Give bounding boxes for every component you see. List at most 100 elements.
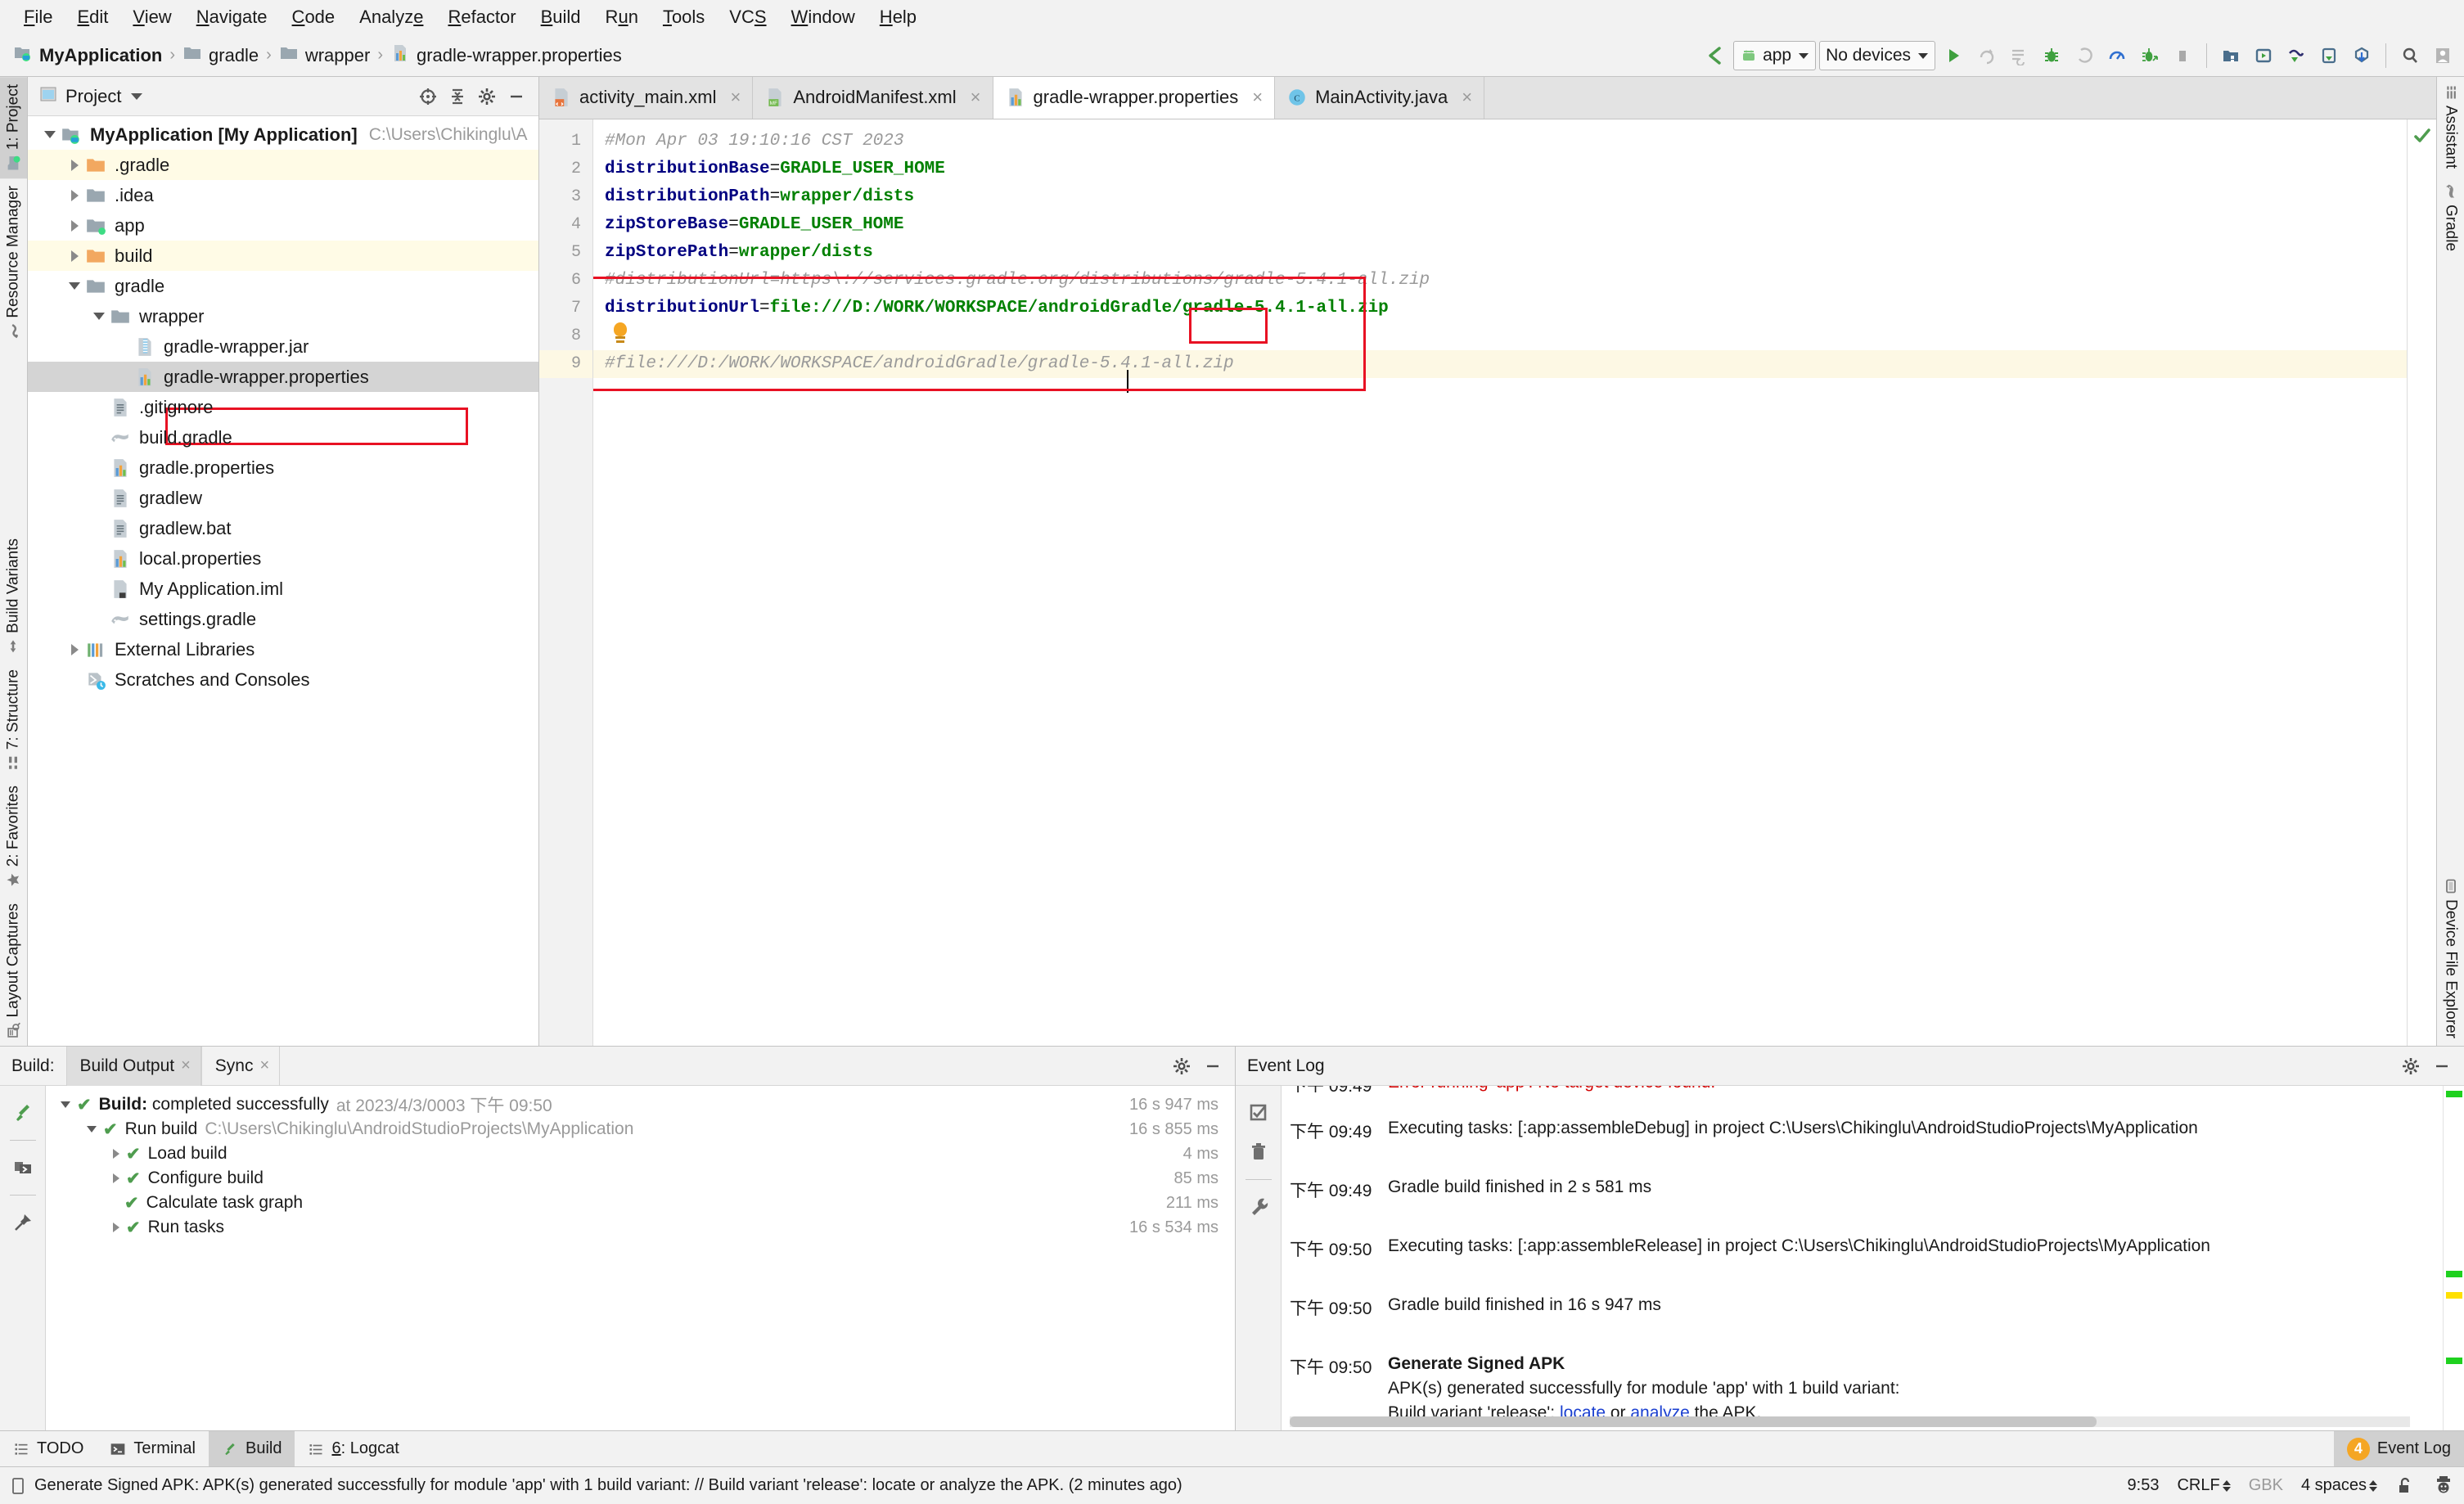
- toggle-console-icon[interactable]: [6, 1151, 40, 1185]
- run-configuration-selector[interactable]: app: [1733, 41, 1817, 70]
- event-log-entry[interactable]: 下午 09:50 Gradle build finished in 16 s 94…: [1282, 1290, 2443, 1325]
- event-log-entries[interactable]: 下午 09:49Error running 'app': No target d…: [1282, 1086, 2443, 1430]
- tool-window-tab-gradle[interactable]: Gradle: [2437, 176, 2464, 259]
- attach-debugger-icon[interactable]: [2135, 39, 2164, 72]
- rerun-icon[interactable]: [1971, 39, 2001, 72]
- close-icon[interactable]: ×: [259, 1056, 269, 1075]
- rerun-debug-icon[interactable]: [2070, 39, 2099, 72]
- tree-node[interactable]: build.gradle: [28, 422, 538, 453]
- line-separator-selector[interactable]: CRLF: [2177, 1476, 2231, 1495]
- chevron-right-icon[interactable]: [113, 1223, 119, 1232]
- profile-user-icon[interactable]: [2428, 39, 2457, 72]
- close-icon[interactable]: ×: [727, 87, 744, 108]
- event-log-entry[interactable]: 下午 09:49Error running 'app': No target d…: [1282, 1086, 2443, 1092]
- tree-node[interactable]: MyApplication [My Application] C:\Users\C…: [28, 119, 538, 150]
- tool-window-tab-layout-captures[interactable]: Layout Captures: [0, 896, 27, 1046]
- chevron-right-icon[interactable]: [113, 1149, 119, 1159]
- line-number[interactable]: 2: [539, 155, 592, 183]
- settings-wrench-icon[interactable]: [1241, 1190, 1276, 1224]
- build-output-row[interactable]: ✔ Run build C:\Users\Chikinglu\AndroidStud…: [46, 1117, 1235, 1142]
- avd-manager-icon[interactable]: [2249, 39, 2278, 72]
- event-log-hscrollbar[interactable]: [1290, 1416, 2410, 1427]
- chevron-right-icon[interactable]: [113, 1173, 119, 1183]
- status-message[interactable]: Generate Signed APK: APK(s) generated su…: [34, 1476, 1182, 1495]
- tree-node[interactable]: local.properties: [28, 543, 538, 574]
- layout-inspector-icon[interactable]: [2314, 39, 2344, 72]
- stop-icon[interactable]: [2168, 39, 2197, 72]
- code-line[interactable]: distributionBase=GRADLE_USER_HOME: [593, 155, 2407, 183]
- menu-item-run[interactable]: Run: [593, 0, 651, 34]
- editor-tab[interactable]: C MainActivity.java ×: [1275, 77, 1485, 119]
- chevron-down-icon[interactable]: [61, 1101, 70, 1108]
- tree-twisty[interactable]: [64, 250, 85, 262]
- tree-twisty[interactable]: [64, 643, 85, 655]
- build-output-row[interactable]: ✔ Load build 4 ms: [46, 1142, 1235, 1166]
- build-tab[interactable]: Sync ×: [200, 1046, 281, 1086]
- apply-changes-icon[interactable]: [2004, 39, 2034, 72]
- tree-node-selected[interactable]: gradle-wrapper.properties: [28, 362, 538, 392]
- tool-window-tab-1-project[interactable]: 1: Project: [0, 77, 27, 179]
- code-line[interactable]: #file:///D:/WORK/WORKSPACE/androidGradle…: [593, 350, 2407, 378]
- line-number[interactable]: 5: [539, 239, 592, 267]
- tree-node[interactable]: gradlew.bat: [28, 513, 538, 543]
- menu-item-edit[interactable]: Edit: [65, 0, 120, 34]
- tree-node[interactable]: .gradle: [28, 150, 538, 180]
- editor-tab[interactable]: MF AndroidManifest.xml ×: [753, 77, 993, 119]
- breadcrumb-item[interactable]: MyApplication: [13, 43, 162, 68]
- build-hammer-icon[interactable]: [6, 1096, 40, 1130]
- hector-icon[interactable]: [2433, 1475, 2454, 1497]
- tree-node[interactable]: wrapper: [28, 301, 538, 331]
- intention-bulb-icon[interactable]: [611, 322, 629, 347]
- tree-node[interactable]: gradle: [28, 271, 538, 301]
- tool-window-tab-7-structure[interactable]: 7: Structure: [0, 662, 27, 778]
- build-output-tree[interactable]: ✔ Build: completed successfully at 2023/4/…: [46, 1086, 1235, 1430]
- code-line[interactable]: #Mon Apr 03 19:10:16 CST 2023: [593, 128, 2407, 155]
- file-encoding[interactable]: GBK: [2249, 1476, 2283, 1495]
- tree-twisty[interactable]: [64, 159, 85, 171]
- tree-node[interactable]: gradlew: [28, 483, 538, 513]
- menu-item-tools[interactable]: Tools: [651, 0, 717, 34]
- minimize-icon[interactable]: [1199, 1052, 1227, 1080]
- inspection-marker-rail[interactable]: [2407, 119, 2436, 1046]
- tool-tab-6-logcat[interactable]: 6: Logcat: [295, 1431, 412, 1467]
- sync-gradle-icon[interactable]: [2282, 39, 2311, 72]
- line-number[interactable]: 9: [539, 350, 592, 378]
- tool-window-tab-build-variants[interactable]: Build Variants: [0, 531, 27, 662]
- menu-item-analyze[interactable]: Analyze: [347, 0, 435, 34]
- code-line[interactable]: #distributionUrl=https\://services.gradl…: [593, 267, 2407, 295]
- build-output-row[interactable]: ✔ Configure build 85 ms: [46, 1166, 1235, 1191]
- sdk-manager-icon[interactable]: [2216, 39, 2246, 72]
- tool-tab-todo[interactable]: TODO: [0, 1431, 97, 1467]
- breadcrumb-item[interactable]: gradle: [182, 43, 259, 68]
- tool-tab-build[interactable]: Build: [209, 1430, 295, 1467]
- settings-gear-icon[interactable]: [2397, 1052, 2425, 1080]
- breadcrumb-item[interactable]: wrapper: [279, 43, 370, 68]
- close-icon[interactable]: ×: [967, 87, 984, 108]
- chevron-down-icon[interactable]: [87, 1126, 97, 1133]
- profile-icon[interactable]: [2102, 39, 2132, 72]
- build-tab[interactable]: Build Output ×: [65, 1046, 201, 1086]
- menu-item-window[interactable]: Window: [779, 0, 867, 34]
- close-icon[interactable]: ×: [181, 1056, 191, 1075]
- menu-item-navigate[interactable]: Navigate: [184, 0, 280, 34]
- tree-twisty[interactable]: [64, 219, 85, 232]
- collapse-all-icon[interactable]: [444, 83, 471, 110]
- tool-window-tab-device-file-explorer[interactable]: Device File Explorer: [2437, 871, 2464, 1046]
- pin-icon[interactable]: [6, 1205, 40, 1240]
- code-line[interactable]: [593, 322, 2407, 350]
- line-number[interactable]: 3: [539, 183, 592, 211]
- minimize-icon[interactable]: [502, 83, 530, 110]
- menu-item-help[interactable]: Help: [867, 0, 929, 34]
- line-number[interactable]: 6: [539, 267, 592, 295]
- tool-window-tab-assistant[interactable]: Assistant: [2437, 77, 2464, 176]
- run-icon[interactable]: [1939, 39, 1968, 72]
- event-log-entry[interactable]: 下午 09:50 Executing tasks: [:app:assembleR…: [1282, 1232, 2443, 1266]
- tree-node[interactable]: Scratches and Consoles: [28, 664, 538, 695]
- back-arrow-icon[interactable]: [1700, 39, 1730, 72]
- code-content[interactable]: #Mon Apr 03 19:10:16 CST 2023 distributio…: [593, 119, 2407, 1046]
- code-line[interactable]: zipStorePath=wrapper/dists: [593, 239, 2407, 267]
- build-output-row[interactable]: ✔ Build: completed successfully at 2023/4/…: [46, 1092, 1235, 1117]
- tree-node[interactable]: settings.gradle: [28, 604, 538, 634]
- debug-icon[interactable]: [2037, 39, 2066, 72]
- menu-item-vcs[interactable]: VCS: [717, 0, 778, 34]
